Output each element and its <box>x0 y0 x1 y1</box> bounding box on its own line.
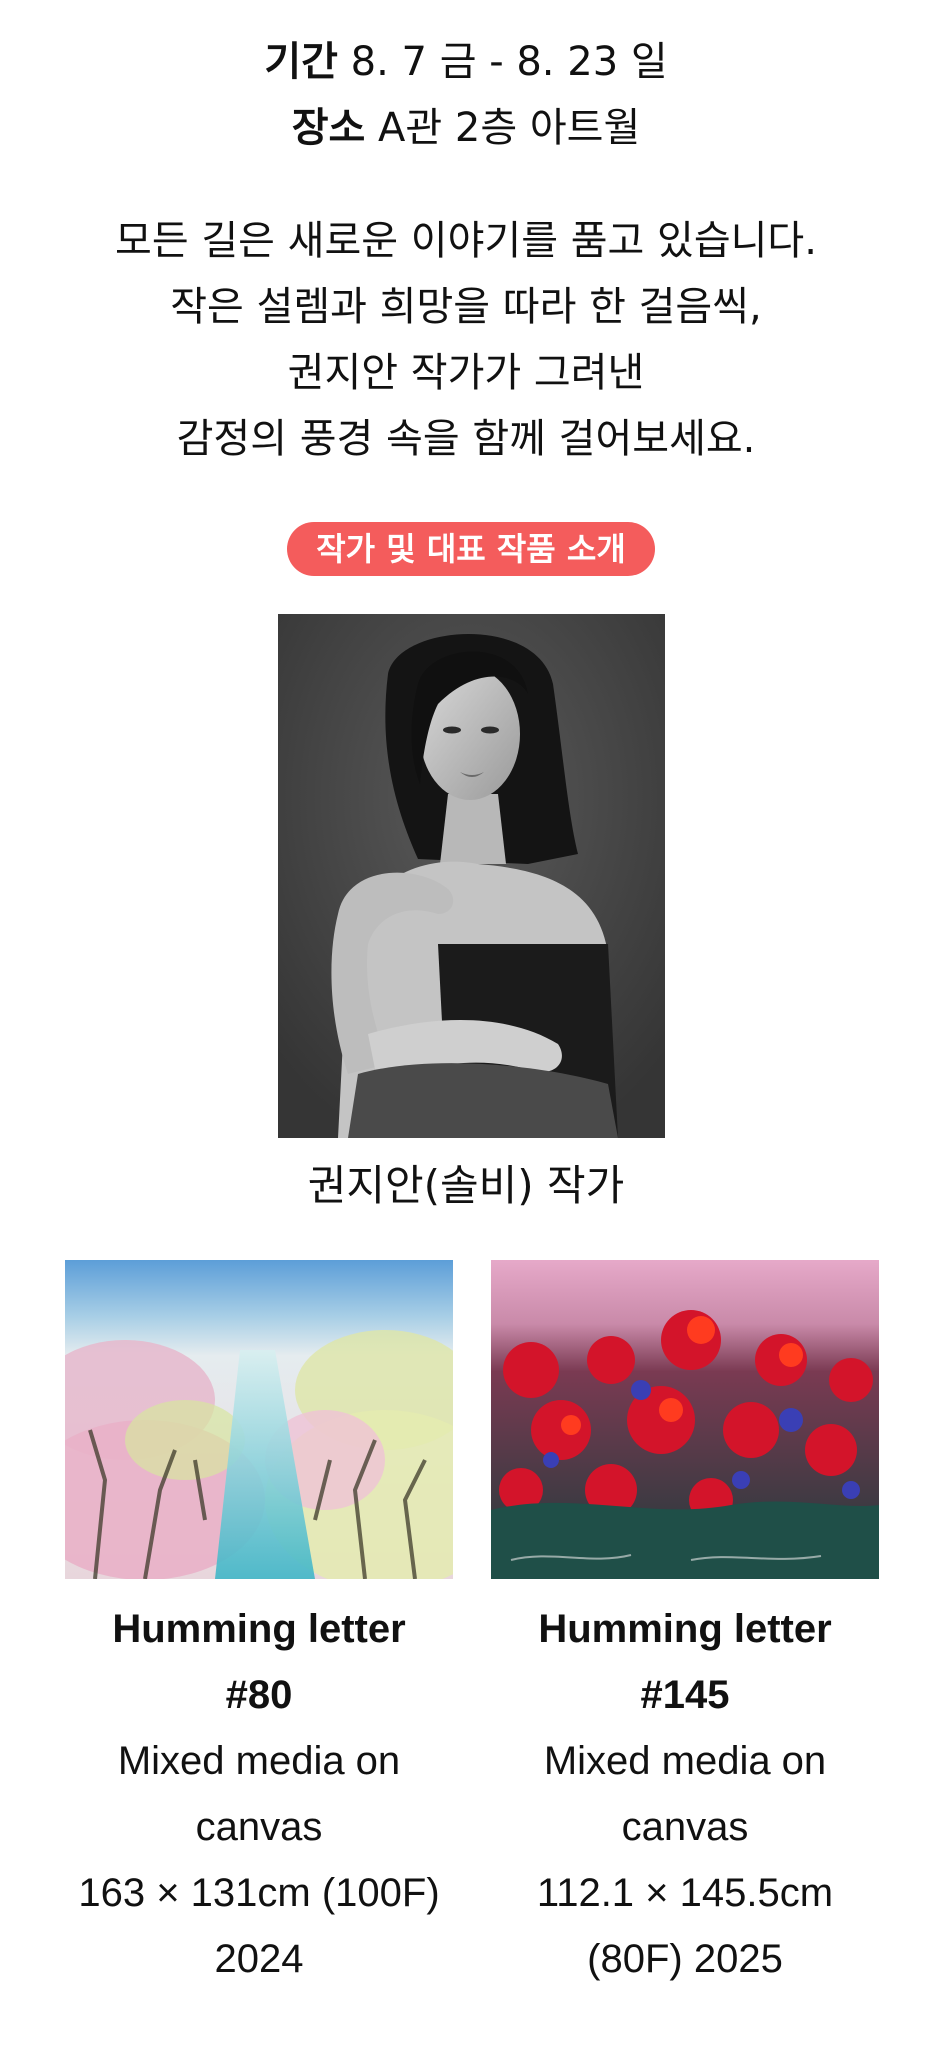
artwork-year: (80F) 2025 <box>587 1937 783 1981</box>
artwork-number: #145 <box>640 1673 730 1717</box>
artwork-image-2 <box>491 1260 879 1579</box>
artwork-medium: canvas <box>621 1805 749 1849</box>
artwork-info-2: Humming letter #145 Mixed media on canva… <box>472 1596 898 1992</box>
intro-line: 감정의 풍경 속을 함께 걸어보세요. <box>176 416 756 462</box>
intro-line: 모든 길은 새로운 이야기를 품고 있습니다. <box>115 218 817 264</box>
venue-label: 장소 <box>291 105 366 151</box>
artist-portrait <box>278 614 665 1138</box>
artwork-title: Humming letter <box>112 1607 406 1651</box>
artwork-medium: Mixed media on <box>117 1739 401 1783</box>
period-label: 기간 <box>264 39 338 85</box>
venue-value: A관 2층 아트월 <box>378 105 641 151</box>
artwork-info-1: Humming letter #80 Mixed media on canvas… <box>46 1596 472 1992</box>
exhibition-period: 기간 8. 7 금 - 8. 23 일 <box>0 30 932 94</box>
intro-line: 작은 설렘과 희망을 따라 한 걸음씩, <box>170 284 762 330</box>
exhibition-venue: 장소 A관 2층 아트월 <box>0 96 932 160</box>
period-value: 8. 7 금 - 8. 23 일 <box>350 39 668 85</box>
artwork-medium: Mixed media on <box>543 1739 827 1783</box>
intro-line: 권지안 작가가 그려낸 <box>287 350 645 396</box>
artwork-year: 2024 <box>214 1937 304 1981</box>
artwork-size: 163 × 131cm (100F) <box>78 1871 440 1915</box>
artwork-image-1 <box>65 1260 453 1579</box>
artwork-number: #80 <box>225 1673 293 1717</box>
artwork-size: 112.1 × 145.5cm <box>536 1871 834 1915</box>
artist-caption: 권지안(솔비) 작가 <box>307 1161 625 1210</box>
intro-paragraph: 모든 길은 새로운 이야기를 품고 있습니다. 작은 설렘과 희망을 따라 한 … <box>0 208 932 472</box>
artwork-medium: canvas <box>195 1805 323 1849</box>
artwork-title: Humming letter <box>538 1607 832 1651</box>
section-badge: 작가 및 대표 작품 소개 <box>287 522 655 576</box>
